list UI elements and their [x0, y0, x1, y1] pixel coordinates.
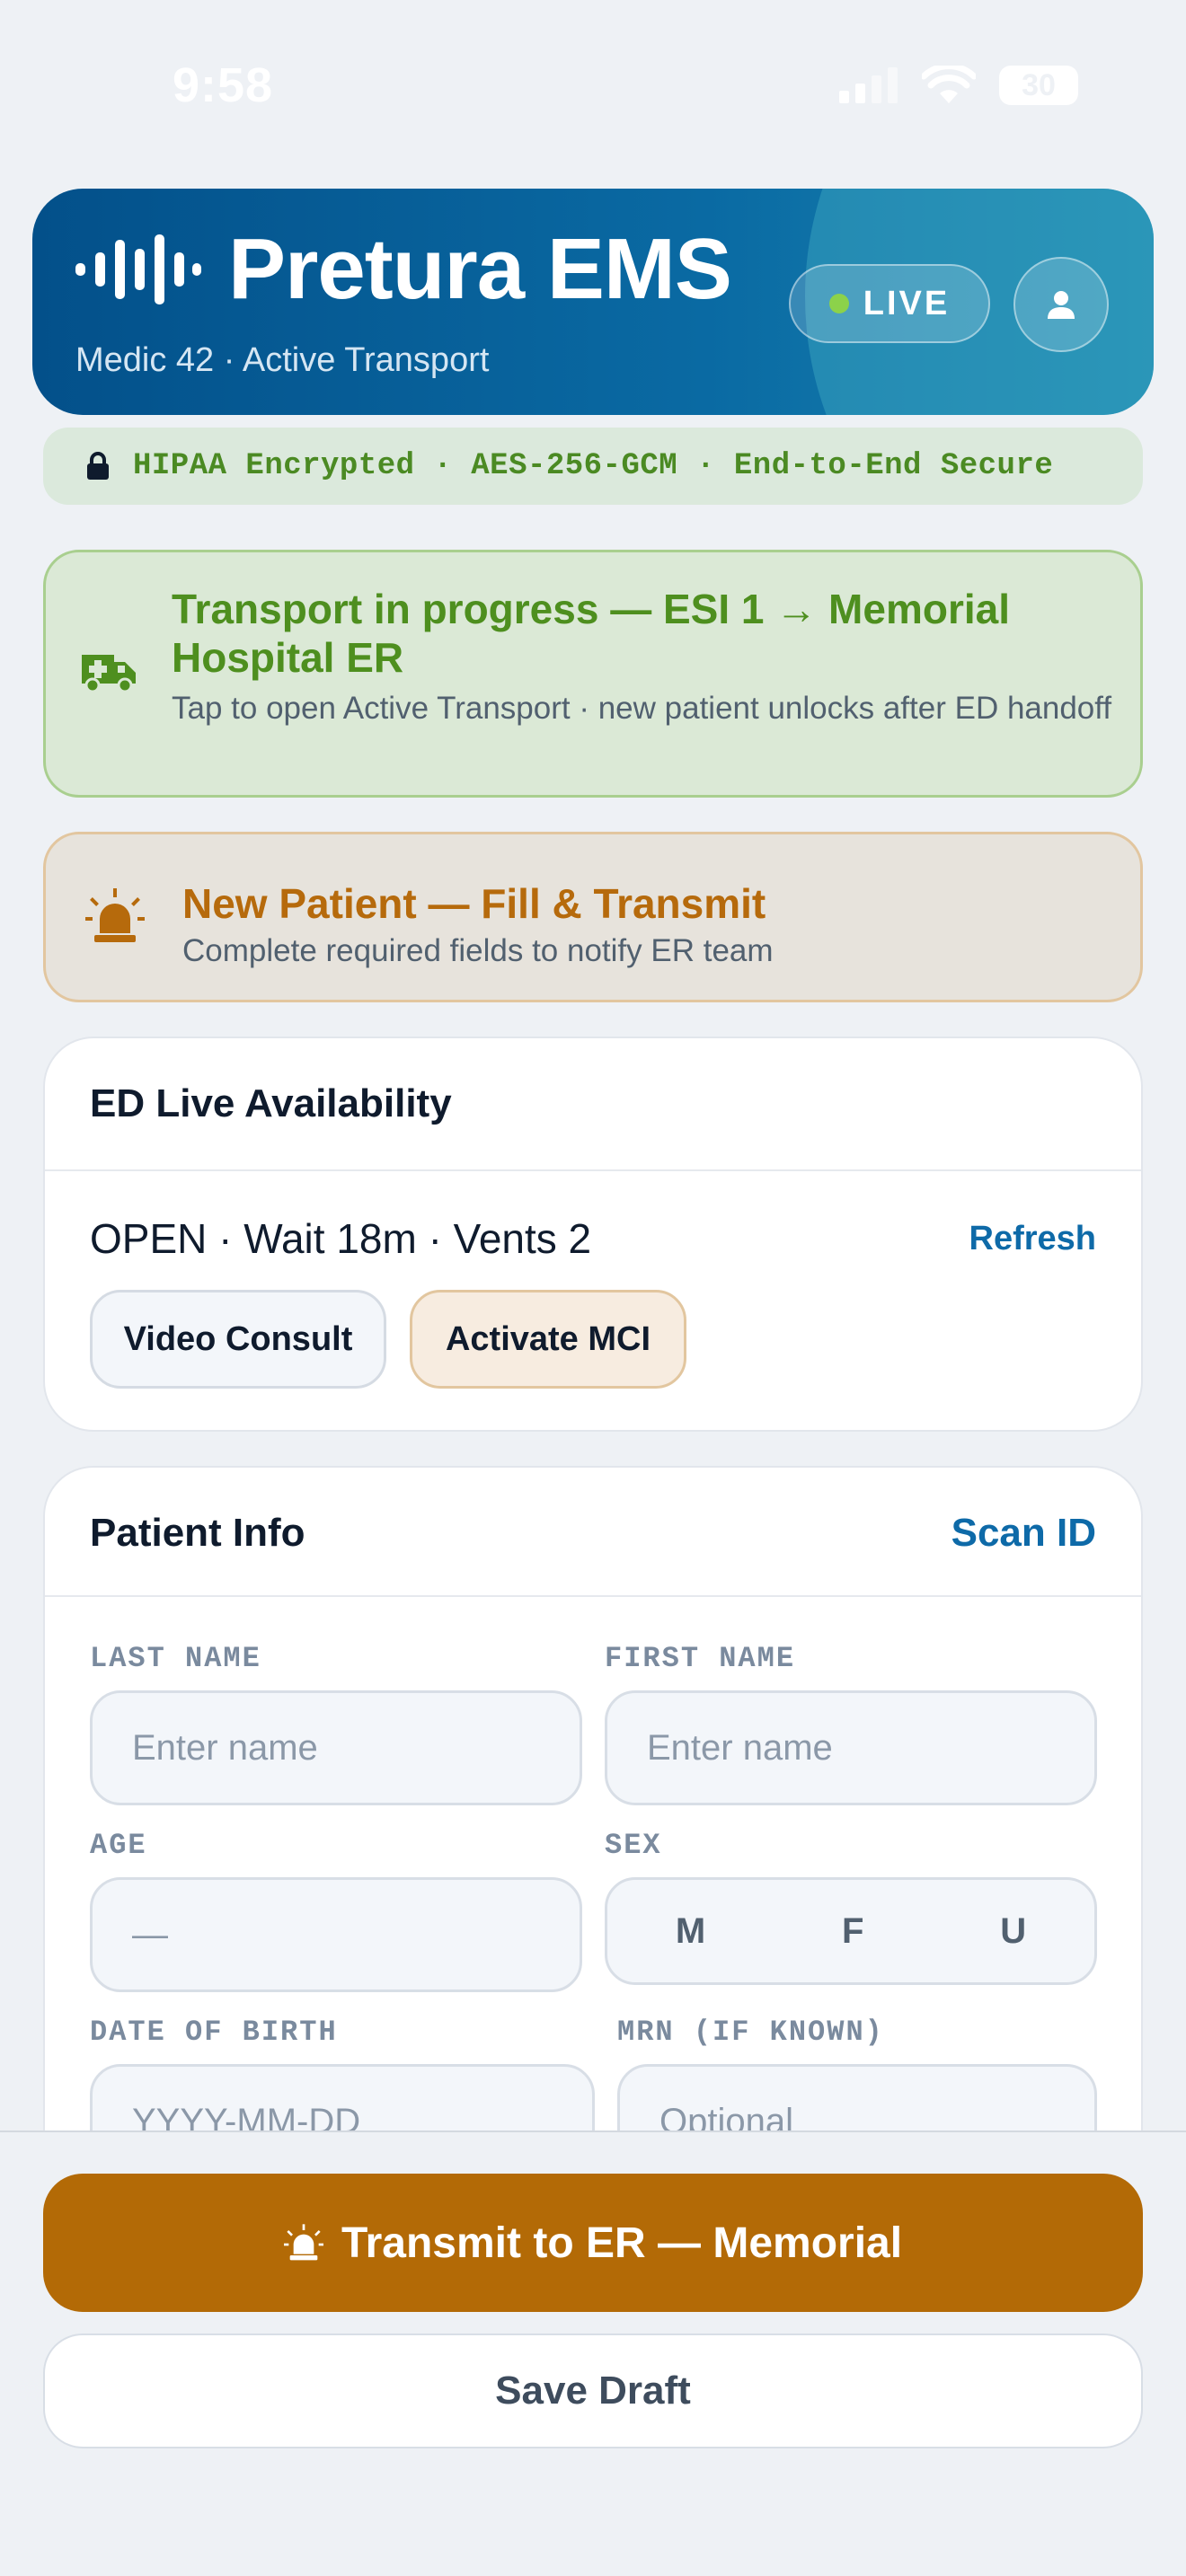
profile-button[interactable] — [1013, 257, 1109, 352]
transport-title: Transport in progress — ESI 1 → Memorial… — [172, 586, 1011, 681]
status-icons: 30 — [839, 66, 1078, 105]
sex-selector: M F U — [605, 1877, 1097, 1985]
dob-label: DATE OF BIRTH — [90, 2016, 338, 2049]
lock-icon — [87, 452, 109, 480]
transport-subtitle: Tap to open Active Transport · new patie… — [172, 691, 1112, 726]
sex-option-m[interactable]: M — [676, 1911, 705, 1952]
first-name-field[interactable]: Enter name — [605, 1690, 1097, 1805]
sex-option-u[interactable]: U — [1000, 1911, 1026, 1952]
active-transport-banner[interactable]: Transport in progress — ESI 1 → Memorial… — [43, 550, 1143, 798]
user-icon — [1048, 291, 1075, 319]
security-banner: HIPAA Encrypted · AES-256-GCM · End-to-E… — [43, 428, 1143, 505]
battery-level: 30 — [1022, 67, 1056, 102]
live-indicator[interactable]: LIVE — [789, 264, 990, 343]
app-title: Pretura EMS — [228, 221, 732, 317]
ed-availability-title: ED Live Availability — [90, 1081, 452, 1125]
wifi-icon — [922, 66, 976, 103]
first-name-label: FIRST NAME — [605, 1642, 796, 1675]
activate-mci-button[interactable]: Activate MCI — [410, 1290, 686, 1389]
transmit-label: Transmit to ER — Memorial — [341, 2219, 903, 2267]
security-text: HIPAA Encrypted · AES-256-GCM · End-to-E… — [133, 449, 1054, 483]
new-patient-title: New Patient — Fill & Transmit — [182, 880, 766, 927]
siren-icon — [85, 888, 145, 942]
age-field[interactable]: — — [90, 1877, 582, 1992]
last-name-field[interactable]: Enter name — [90, 1690, 582, 1805]
brand: Pretura EMS — [75, 221, 732, 317]
sex-label: SEX — [605, 1829, 662, 1862]
ed-availability-card: ED Live Availability OPEN · Wait 18m · V… — [43, 1037, 1143, 1432]
last-name-label: LAST NAME — [90, 1642, 261, 1675]
patient-info-title: Patient Info — [90, 1511, 305, 1555]
scan-id-button[interactable]: Scan ID — [951, 1511, 1096, 1556]
save-draft-button[interactable]: Save Draft — [43, 2333, 1143, 2448]
new-patient-subtitle: Complete required fields to notify ER te… — [182, 933, 774, 968]
ed-status: OPEN · Wait 18m · Vents 2 — [90, 1215, 592, 1262]
status-time: 9:58 — [173, 58, 274, 112]
age-label: AGE — [90, 1829, 147, 1862]
signal-icon — [839, 67, 898, 103]
status-bar: 9:58 30 — [0, 0, 1186, 171]
live-dot-icon — [828, 294, 849, 313]
ambulance-icon — [82, 655, 136, 693]
transmit-button[interactable]: Transmit to ER — Memorial — [43, 2174, 1143, 2312]
mrn-label: MRN (IF KNOWN) — [617, 2016, 884, 2049]
new-patient-banner: New Patient — Fill & Transmit Complete r… — [43, 832, 1143, 1002]
siren-icon — [283, 2224, 323, 2261]
app-header: Pretura EMS Medic 42 · Active Transport … — [32, 189, 1154, 415]
unit-status: Medic 42 · Active Transport — [75, 341, 490, 379]
battery-icon: 30 — [999, 66, 1078, 105]
sex-option-f[interactable]: F — [842, 1911, 863, 1952]
card-divider — [45, 1595, 1141, 1597]
video-consult-button[interactable]: Video Consult — [90, 1290, 386, 1389]
live-label: LIVE — [863, 284, 951, 322]
refresh-link[interactable]: Refresh — [969, 1220, 1097, 1258]
waveform-icon — [75, 234, 201, 304]
card-divider — [45, 1169, 1141, 1171]
